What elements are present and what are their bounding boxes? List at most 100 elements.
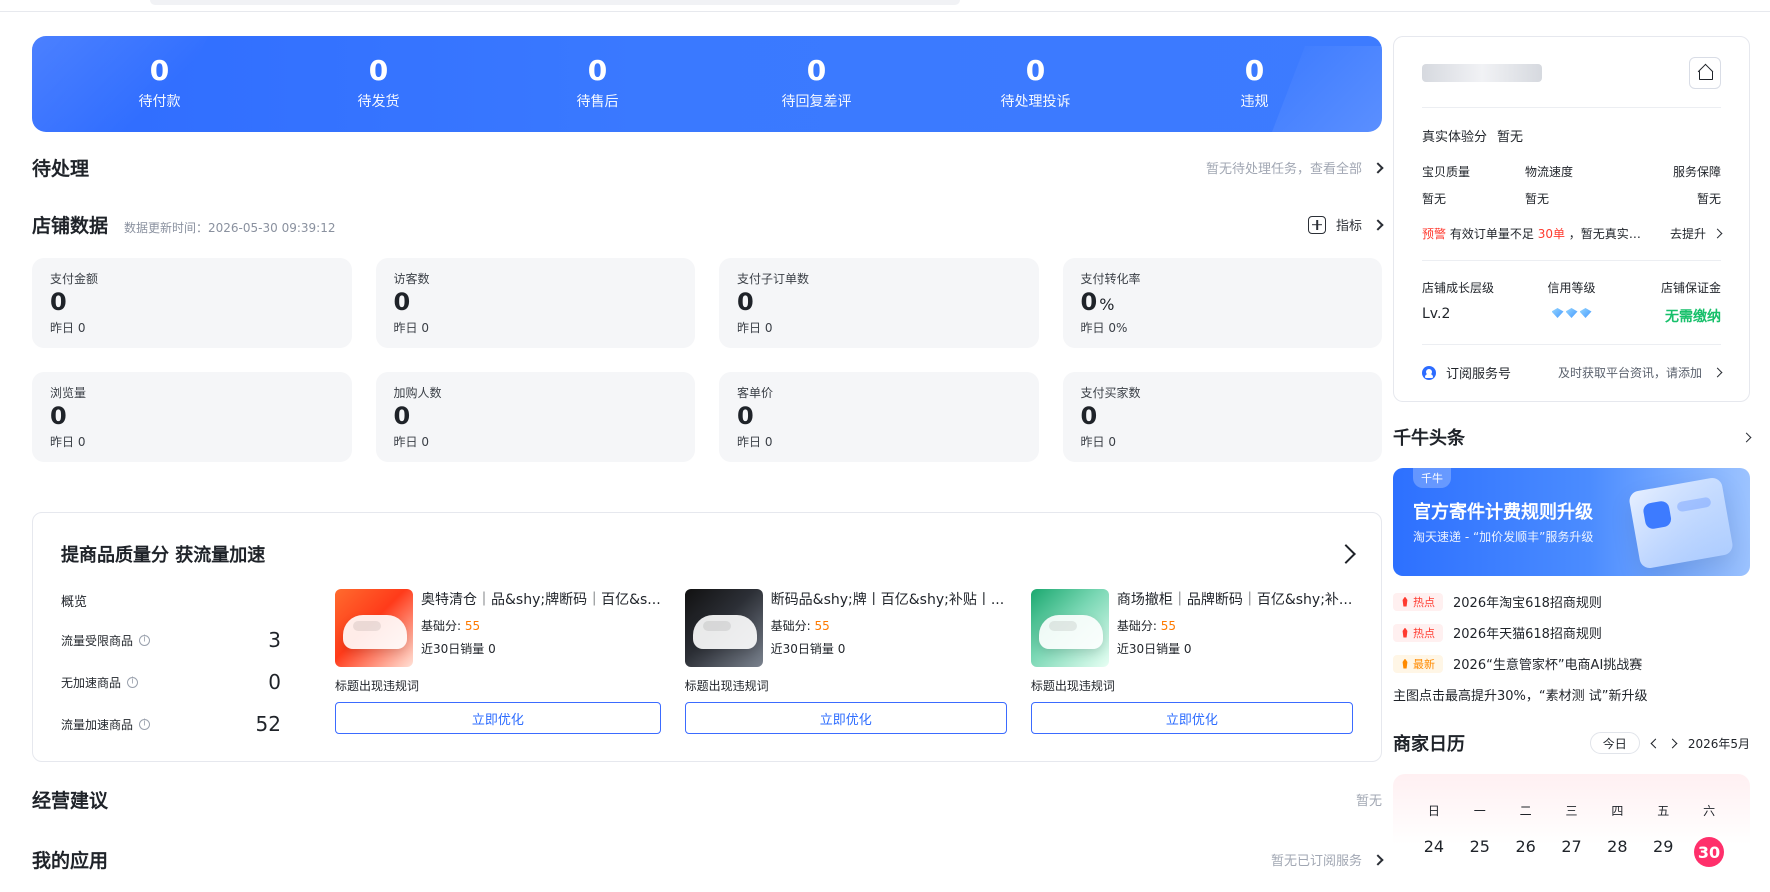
metric-yesterday: 昨日 0	[737, 435, 773, 449]
headline-banner[interactable]: 千牛 官方寄件计费规则升级 淘天速递 - “加价发顺丰”服务升级	[1393, 468, 1750, 576]
product-title[interactable]: 奥特清仓｜品&shy;牌断码｜百亿&s...	[421, 591, 661, 609]
overview-name: 无加速商品	[61, 674, 139, 691]
qianniu-headline-title: 千牛头条	[1393, 428, 1465, 449]
merchant-calendar-header: 商家日历 今日 2026年5月	[1393, 730, 1750, 756]
headline-news-list: 热点 2026年淘宝618招商规则 热点 2026年天猫618招商规则 最新 2…	[1393, 592, 1750, 704]
calendar-day[interactable]: 27	[1549, 837, 1595, 867]
overview-row[interactable]: 流量受限商品 3	[61, 628, 281, 652]
today-button[interactable]: 今日	[1589, 732, 1640, 754]
metric-card[interactable]: 浏览量 0 昨日 0	[32, 372, 352, 462]
optimize-button[interactable]: 立即优化	[684, 702, 1007, 734]
news-item[interactable]: 热点 2026年淘宝618招商规则	[1393, 592, 1750, 611]
metric-value-number: 0	[737, 401, 754, 430]
base-score-label: 基础分:	[1116, 619, 1157, 633]
stat-item[interactable]: 0 待付款	[50, 57, 269, 111]
chevron-right-icon	[1372, 161, 1384, 174]
product-note: 标题出现违规词	[684, 679, 769, 693]
news-item[interactable]: 最新 2026“生意管家杯”电商AI挑战赛	[1393, 654, 1750, 673]
stat-label: 待回复差评	[781, 94, 852, 110]
stat-item[interactable]: 0 待售后	[488, 57, 707, 111]
store-levels: 店铺成长层级 Lv.2 信用等级 店铺保证金 无需缴纳	[1422, 279, 1721, 326]
product-title[interactable]: 断码品&shy;牌丨百亿&shy;补贴丨...	[771, 591, 1007, 609]
my-apps-link[interactable]: 暂无已订阅服务	[1271, 850, 1384, 869]
info-icon[interactable]	[127, 676, 139, 688]
product-sales: 近30日销量 0	[1116, 642, 1192, 656]
overview-row[interactable]: 无加速商品 0	[61, 670, 281, 694]
level-key: 店铺成长层级	[1422, 281, 1495, 295]
calendar-day[interactable]: 29	[1640, 837, 1686, 867]
metric-value: 0	[1081, 404, 1365, 431]
metric-card[interactable]: 支付子订单数 0 昨日 0	[719, 258, 1039, 348]
selected-day: 30	[1694, 837, 1725, 867]
overview-name-text: 流量加速商品	[61, 717, 134, 732]
metric-value-number: 0	[393, 287, 411, 316]
shoe-image	[1038, 615, 1103, 649]
metric-value: 0	[50, 290, 334, 317]
warning-number: 30单	[1537, 227, 1565, 241]
weekday: 日	[1427, 804, 1440, 818]
stat-item[interactable]: 0 违规	[1145, 57, 1364, 111]
stat-label: 待处理投诉	[1000, 94, 1071, 110]
warning-suffix: ，暂无真实体验分...	[1568, 227, 1652, 241]
fire-icon	[1402, 658, 1408, 669]
chevron-left-icon[interactable]	[1650, 738, 1661, 748]
stat-item[interactable]: 0 待回复差评	[707, 57, 926, 111]
metric-card[interactable]: 加购人数 0 昨日 0	[375, 372, 695, 462]
product-thumbnail[interactable]	[684, 589, 763, 667]
page: 0 待付款 0 待发货 0 待售后 0 待回复差评 0 待处理投诉 0 违规 待…	[0, 0, 1770, 892]
metric-title: 加购人数	[393, 386, 442, 400]
indicator-button[interactable]: 指标	[1307, 215, 1384, 234]
metric-card[interactable]: 支付转化率 0% 昨日 0%	[1062, 258, 1382, 348]
calendar-day[interactable]: 26	[1503, 837, 1549, 867]
news-tag-text: 热点	[1413, 595, 1435, 609]
chevron-right-icon[interactable]	[1336, 544, 1356, 564]
product-thumbnail[interactable]	[335, 589, 413, 667]
products-grid: 奥特清仓｜品&shy;牌断码｜百亿&s... 基础分: 55 近30日销量 0 …	[335, 589, 1353, 739]
product-note: 标题出现违规词	[1030, 679, 1115, 693]
home-button[interactable]	[1689, 57, 1721, 89]
subscribe-row[interactable]: 订阅服务号 及时获取平台资讯，请添加	[1422, 363, 1723, 382]
metric-card[interactable]: 访客数 0 昨日 0	[375, 258, 695, 348]
stat-item[interactable]: 0 待处理投诉	[926, 57, 1145, 111]
info-icon[interactable]	[139, 718, 151, 730]
chevron-right-icon	[1372, 218, 1384, 231]
news-item[interactable]: 热点 2026年天猫618招商规则	[1393, 623, 1750, 642]
fire-icon	[1402, 596, 1408, 607]
breakdown-value: 暂无	[1525, 192, 1550, 206]
chevron-right-icon	[1712, 367, 1723, 378]
overview-value: 3	[268, 628, 281, 652]
stat-label: 待发货	[357, 94, 400, 110]
product-title[interactable]: 商场撤柜｜品牌断码｜百亿&shy;补...	[1117, 591, 1353, 609]
pending-view-all-link[interactable]: 暂无待处理任务，查看全部	[1206, 158, 1384, 177]
metric-title: 支付金额	[50, 272, 99, 286]
optimize-button[interactable]: 立即优化	[335, 702, 661, 734]
product-sales: 近30日销量 0	[421, 642, 496, 656]
metric-title: 浏览量	[50, 386, 87, 400]
metric-card[interactable]: 客单价 0 昨日 0	[719, 372, 1039, 462]
info-icon[interactable]	[139, 634, 151, 646]
calendar-day[interactable]: 25	[1457, 837, 1503, 867]
deposit-status: 无需缴纳	[1665, 309, 1721, 325]
chevron-right-icon	[1712, 228, 1723, 239]
qianniu-headline-header[interactable]: 千牛头条	[1393, 424, 1752, 450]
calendar-day-selected[interactable]: 30	[1686, 837, 1732, 867]
stat-item[interactable]: 0 待发货	[269, 57, 488, 111]
overview-row[interactable]: 流量加速商品 52	[61, 712, 281, 736]
calendar-day[interactable]: 28	[1594, 837, 1640, 867]
product-thumbnail[interactable]	[1030, 589, 1109, 667]
chevron-right-icon[interactable]	[1667, 738, 1678, 748]
weekday: 五	[1657, 804, 1670, 818]
diamond-icon	[1579, 308, 1592, 318]
metric-card[interactable]: 支付买家数 0 昨日 0	[1062, 372, 1382, 462]
shop-data-title-group: 店铺数据 数据更新时间：2026-05-30 09:39:12	[32, 211, 335, 238]
news-extra[interactable]: 主图点击最高提升30%，“素材测 试”新升级	[1393, 685, 1750, 704]
improve-link[interactable]: 去提升	[1670, 225, 1723, 242]
level-item: 信用等级	[1525, 279, 1618, 326]
base-score-label: 基础分:	[770, 619, 811, 633]
calendar-day[interactable]: 24	[1411, 837, 1457, 867]
quality-overview: 概览 流量受限商品 3 无加速商品 0	[61, 591, 281, 736]
optimize-button[interactable]: 立即优化	[1030, 702, 1353, 734]
stat-value: 0	[368, 54, 389, 87]
stat-label: 违规	[1240, 94, 1269, 110]
metric-card[interactable]: 支付金额 0 昨日 0	[32, 258, 352, 348]
